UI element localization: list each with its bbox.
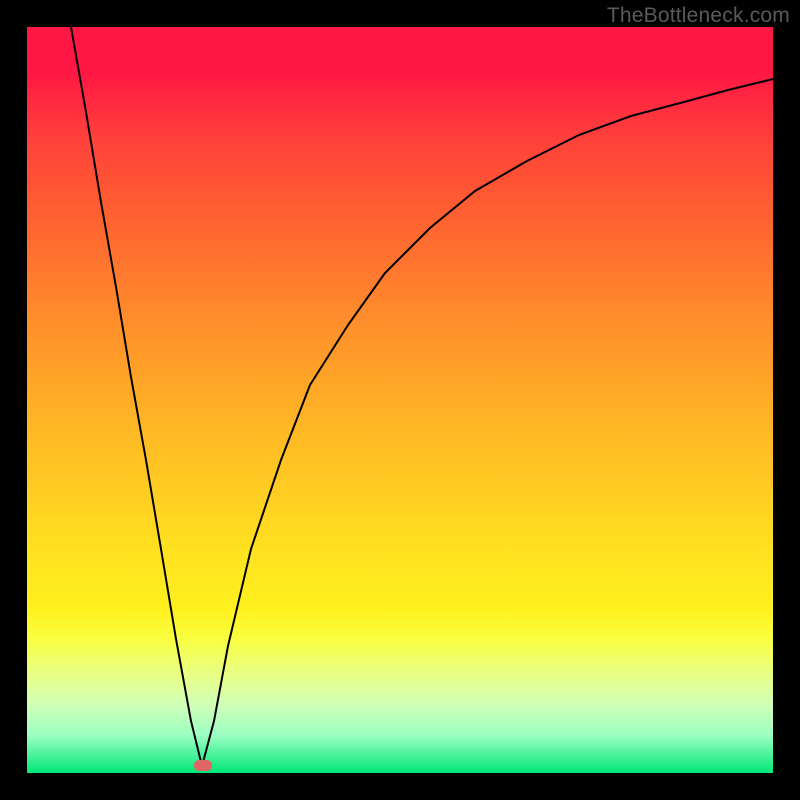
- watermark-text: TheBottleneck.com: [607, 4, 790, 28]
- curve-left-branch: [71, 27, 202, 766]
- chart-plot-area: [27, 27, 773, 773]
- bottleneck-curve: [27, 27, 773, 773]
- optimal-point-marker: [194, 760, 212, 771]
- curve-right-branch: [202, 79, 773, 766]
